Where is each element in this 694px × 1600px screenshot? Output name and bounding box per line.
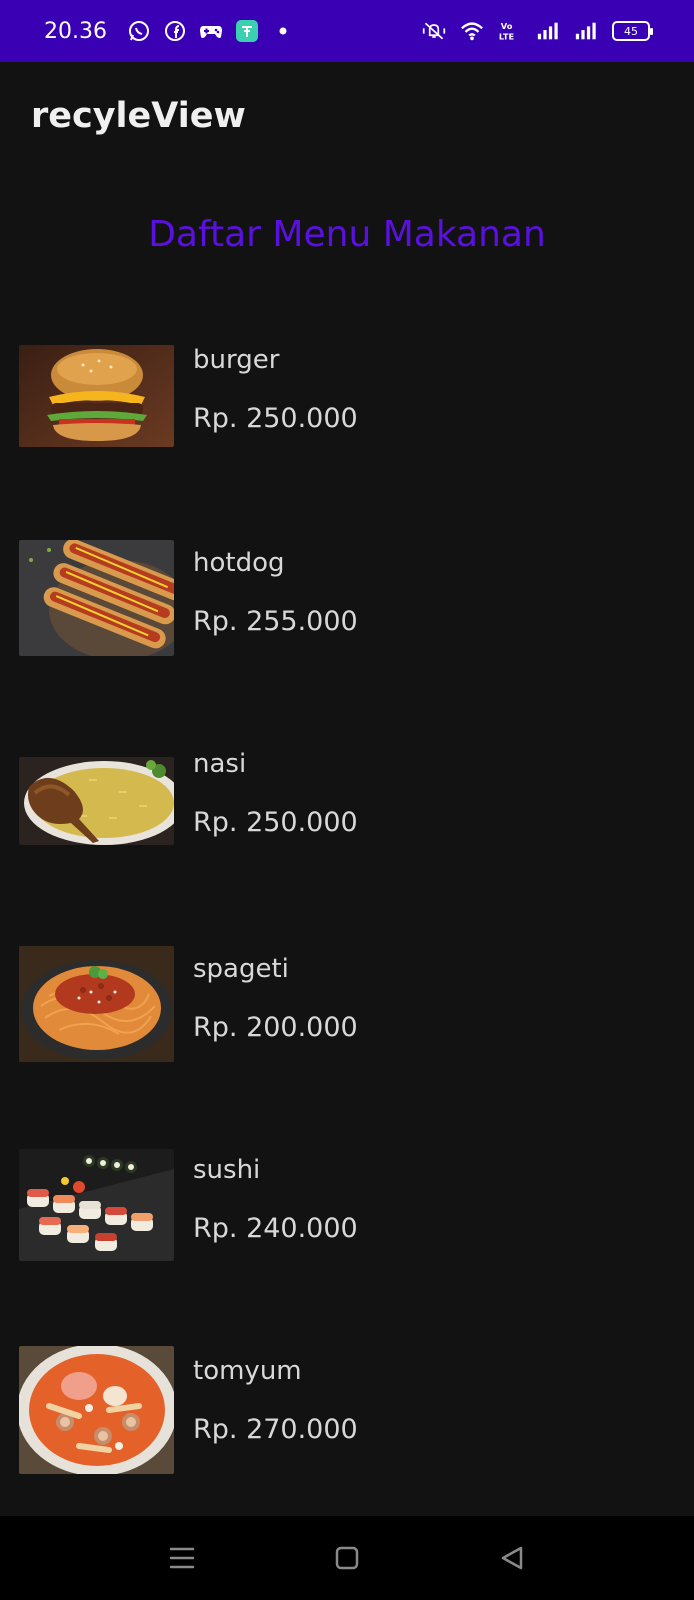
food-price: Rp. 240.000 [193,1213,358,1244]
status-left: 20.36 [44,0,295,62]
back-button[interactable] [492,1538,532,1578]
gamepad-icon [199,19,223,43]
food-name: spageti [193,954,289,984]
sushi-image [19,1149,174,1261]
facebook-icon [163,19,187,43]
food-price: Rp. 250.000 [193,807,358,838]
status-right: Vo LTE 45 [422,0,653,62]
signal-icon [574,19,598,43]
food-name: burger [193,345,280,375]
home-icon [335,1546,359,1570]
home-button[interactable] [327,1538,367,1578]
status-time: 20.36 [44,18,107,44]
svg-text:Vo: Vo [501,21,513,31]
volte-icon: Vo LTE [498,19,522,43]
list-item[interactable]: hotdog Rp. 255.000 [0,540,694,710]
list-item[interactable]: burger Rp. 250.000 [0,345,694,495]
status-bar: 20.36 Vo LTE 45 [0,0,694,62]
list-item[interactable]: spageti Rp. 200.000 [0,946,694,1116]
burger-image [19,345,174,447]
battery-icon: 45 [612,21,653,41]
hotdog-image [19,540,174,656]
food-price: Rp. 255.000 [193,606,358,637]
app-title: recyleView [31,96,246,136]
food-name: sushi [193,1155,261,1185]
food-price: Rp. 270.000 [193,1414,358,1445]
signal-icon [536,19,560,43]
back-icon [501,1546,523,1570]
app-icon [235,19,259,43]
tomyum-image [19,1346,174,1474]
dot-icon [271,19,295,43]
whatsapp-icon [127,19,151,43]
svg-text:LTE: LTE [499,31,515,41]
food-name: nasi [193,749,247,779]
battery-level: 45 [624,24,638,38]
recent-apps-button[interactable] [162,1538,202,1578]
food-name: tomyum [193,1356,302,1386]
list-item[interactable]: sushi Rp. 240.000 [0,1149,694,1319]
app-bar: recyleView [0,62,694,178]
wifi-icon [460,19,484,43]
food-price: Rp. 250.000 [193,403,358,434]
nasi-image [19,757,174,845]
list-item[interactable]: tomyum Rp. 270.000 [0,1346,694,1496]
mute-vibrate-icon [422,19,446,43]
menu-icon [169,1547,195,1569]
food-name: hotdog [193,548,285,578]
spageti-image [19,946,174,1062]
navigation-bar [0,1516,694,1600]
food-price: Rp. 200.000 [193,1012,358,1043]
list-item[interactable]: nasi Rp. 250.000 [0,749,694,907]
section-title: Daftar Menu Makanan [148,214,546,255]
